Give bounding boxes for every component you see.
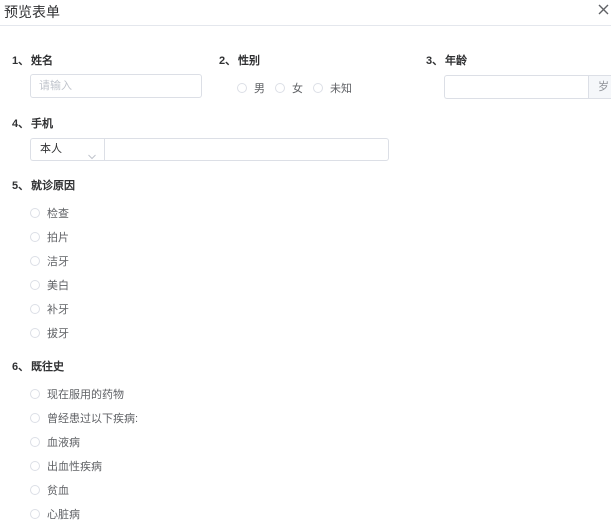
age-input-group: 岁 [444, 75, 611, 99]
question-number: 1、 [12, 55, 30, 67]
reason-option[interactable]: 拍片 [30, 229, 69, 245]
history-option[interactable]: 现在服用的药物 [30, 386, 124, 402]
question-title: 既往史 [31, 361, 64, 373]
chevron-down-icon [88, 147, 96, 160]
gender-radio-male[interactable]: 男 [237, 80, 265, 96]
phone-input[interactable] [104, 138, 389, 161]
question-label-visit-reason: 5、 就诊原因 [12, 177, 75, 193]
radio-circle[interactable] [30, 509, 40, 519]
radio-circle[interactable] [313, 83, 323, 93]
question-title: 姓名 [31, 55, 53, 67]
radio-circle[interactable] [30, 485, 40, 495]
option-label: 检查 [47, 208, 69, 220]
radio-circle[interactable] [30, 256, 40, 266]
radio-circle[interactable] [30, 304, 40, 314]
question-number: 5、 [12, 180, 30, 192]
radio-circle[interactable] [30, 437, 40, 447]
radio-circle[interactable] [30, 232, 40, 242]
reason-option[interactable]: 检查 [30, 205, 69, 221]
radio-circle[interactable] [30, 461, 40, 471]
question-title: 年龄 [445, 55, 467, 67]
option-label: 心脏病 [47, 509, 80, 521]
radio-circle[interactable] [30, 413, 40, 423]
option-label: 补牙 [47, 304, 69, 316]
question-label-age: 3、 年龄 [426, 52, 467, 68]
dialog-header: 预览表单 [0, 0, 611, 26]
question-label-gender: 2、 性别 [219, 52, 260, 68]
question-title: 手机 [31, 118, 53, 130]
question-title: 就诊原因 [31, 180, 75, 192]
radio-label: 未知 [330, 83, 352, 95]
history-option[interactable]: 血液病 [30, 434, 80, 450]
close-icon[interactable] [596, 1, 610, 17]
radio-circle[interactable] [30, 389, 40, 399]
option-label: 美白 [47, 280, 69, 292]
question-number: 6、 [12, 361, 30, 373]
reason-option[interactable]: 拔牙 [30, 325, 69, 341]
history-option[interactable]: 曾经患过以下疾病: [30, 410, 138, 426]
question-label-medical-history: 6、 既往史 [12, 358, 64, 374]
select-value: 本人 [40, 143, 62, 155]
radio-circle[interactable] [30, 280, 40, 290]
age-input[interactable] [445, 76, 587, 98]
option-label: 曾经患过以下疾病: [47, 413, 139, 425]
option-label: 拔牙 [47, 328, 69, 340]
gender-radio-unknown[interactable]: 未知 [313, 80, 352, 96]
reason-option[interactable]: 洁牙 [30, 253, 69, 269]
phone-owner-select[interactable]: 本人 [30, 138, 105, 161]
dialog-title: 预览表单 [4, 4, 60, 20]
question-number: 4、 [12, 118, 30, 130]
option-label: 血液病 [47, 437, 80, 449]
question-number: 3、 [426, 55, 444, 67]
radio-circle[interactable] [30, 328, 40, 338]
radio-label: 女 [292, 83, 303, 95]
radio-circle[interactable] [30, 208, 40, 218]
radio-circle[interactable] [237, 83, 247, 93]
question-title: 性别 [238, 55, 260, 67]
gender-radio-female[interactable]: 女 [275, 80, 303, 96]
radio-label: 男 [254, 83, 265, 95]
option-label: 出血性疾病 [47, 461, 102, 473]
question-number: 2、 [219, 55, 237, 67]
option-label: 现在服用的药物 [47, 389, 124, 401]
age-unit-suffix: 岁 [588, 75, 611, 99]
name-input[interactable] [30, 74, 202, 98]
reason-option[interactable]: 补牙 [30, 301, 69, 317]
question-label-phone: 4、 手机 [12, 115, 53, 131]
question-label-name: 1、 姓名 [12, 52, 53, 68]
history-option[interactable]: 心脏病 [30, 506, 80, 522]
reason-option[interactable]: 美白 [30, 277, 69, 293]
option-label: 拍片 [47, 232, 69, 244]
history-option[interactable]: 贫血 [30, 482, 69, 498]
option-label: 贫血 [47, 485, 69, 497]
radio-circle[interactable] [275, 83, 285, 93]
history-option[interactable]: 出血性疾病 [30, 458, 102, 474]
option-label: 洁牙 [47, 256, 69, 268]
